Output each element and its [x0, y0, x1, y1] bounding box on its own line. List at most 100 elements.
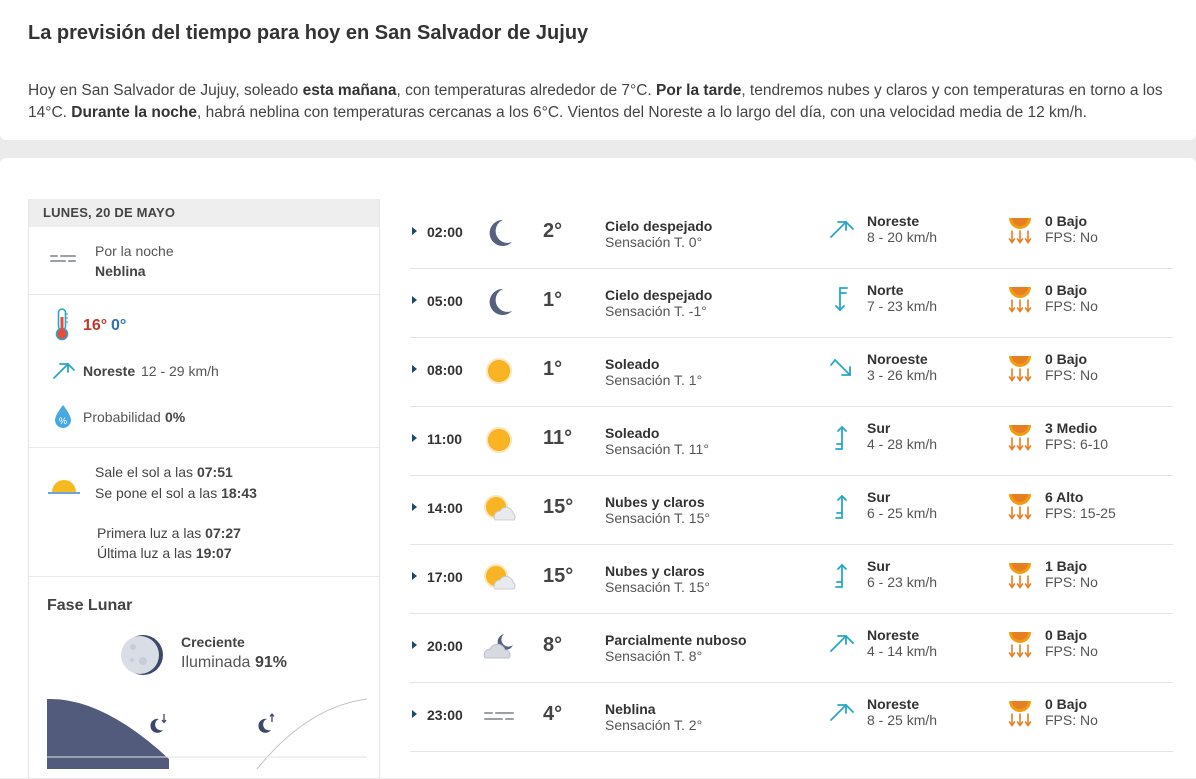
hour-fps: FPS: No — [1045, 712, 1098, 728]
hour-condition: Soleado — [605, 425, 660, 441]
expand-arrow-icon[interactable] — [412, 641, 417, 649]
hour-row-0800[interactable]: 08:00 1° Soleado Sensación T. 1° Noroeste 3 -… — [410, 338, 1173, 407]
hour-uv-index: 1 Bajo — [1045, 558, 1088, 574]
sunset-time: Se pone el sol a las 18:43 — [95, 485, 257, 501]
expand-arrow-icon[interactable] — [412, 296, 417, 304]
hour-row-2300[interactable]: 23:00 4° Neblina Sensación T. 2° Noreste 8 - … — [410, 683, 1173, 752]
wind-northwest-icon — [828, 354, 856, 385]
summary-bold-night: Durante la noche — [71, 104, 197, 121]
hourly-forecast-card: LUNES, 20 DE MAYO Por la noche Neblina 1… — [0, 158, 1196, 779]
night-label: Por la noche — [95, 243, 174, 259]
hour-row-1700[interactable]: 17:00 15° Nubes y claros Sensación T. 15° Su… — [410, 545, 1173, 614]
last-light-time: Última luz a las 19:07 — [97, 545, 232, 561]
hour-condition: Neblina — [605, 701, 656, 717]
sun-icon — [482, 423, 516, 462]
hour-wind-direction: Noroeste — [867, 351, 928, 367]
fog-icon — [482, 699, 516, 738]
sunset-label: Se pone el sol a las — [95, 485, 218, 501]
wind-direction: Noreste — [83, 363, 136, 379]
hour-row-0200[interactable]: 02:00 2° Cielo despejado Sensación T. 0° Nor… — [410, 200, 1173, 269]
thermometer-icon — [53, 307, 71, 346]
hour-wind-direction: Noreste — [867, 213, 920, 229]
moon-phase-section: Fase Lunar Creciente Iluminada 91% — [29, 577, 379, 777]
hour-temperature: 1° — [543, 289, 563, 311]
sunrise-icon — [47, 476, 81, 501]
expand-arrow-icon[interactable] — [412, 572, 417, 580]
hour-time: 17:00 — [427, 569, 463, 585]
uv-index-icon — [1007, 628, 1033, 667]
hour-condition: Nubes y claros — [605, 563, 705, 579]
hour-condition: Cielo despejado — [605, 287, 713, 303]
hour-wind-direction: Sur — [867, 489, 891, 505]
moon-phase-title: Fase Lunar — [47, 597, 133, 614]
moon-icon — [482, 285, 516, 324]
precipitation-label: Probabilidad — [83, 409, 161, 425]
night-forecast: Por la noche Neblina — [29, 227, 379, 295]
hour-feels-like: Sensación T. 15° — [605, 579, 710, 595]
hour-temperature: 8° — [543, 634, 563, 656]
hour-temperature: 15° — [543, 565, 574, 587]
hour-feels-like: Sensación T. 11° — [605, 441, 709, 457]
expand-arrow-icon[interactable] — [412, 710, 417, 718]
first-light-value: 07:27 — [205, 525, 241, 541]
hour-temperature: 11° — [543, 427, 573, 449]
moonrise-icon — [258, 712, 275, 733]
hour-time: 08:00 — [427, 362, 463, 378]
hour-condition: Parcialmente nuboso — [605, 632, 747, 648]
hour-wind-direction: Sur — [867, 420, 891, 436]
summary-text-1: Hoy en San Salvador de Jujuy, soleado — [28, 82, 303, 99]
min-temperature: 0° — [111, 317, 127, 334]
expand-arrow-icon[interactable] — [412, 365, 417, 373]
first-light-label: Primera luz a las — [97, 525, 202, 541]
hour-uv-index: 0 Bajo — [1045, 696, 1088, 712]
hour-temperature: 1° — [543, 358, 563, 380]
hour-row-1100[interactable]: 11:00 11° Soleado Sensación T. 11° Sur 4 - 28… — [410, 407, 1173, 476]
moonset-icon — [150, 714, 167, 733]
moon-illumination-value: 91% — [255, 654, 288, 671]
uv-index-icon — [1007, 352, 1033, 391]
moon-illumination-label: Iluminada — [181, 654, 251, 671]
expand-arrow-icon[interactable] — [412, 434, 417, 442]
hour-wind-direction: Sur — [867, 558, 891, 574]
uv-index-icon — [1007, 283, 1033, 322]
sunrise-time: Sale el sol a las 07:51 — [95, 464, 233, 480]
forecast-summary-card: La previsión del tiempo para hoy en San … — [0, 0, 1196, 140]
uv-index-icon — [1007, 490, 1033, 529]
hour-uv-index: 0 Bajo — [1045, 282, 1088, 298]
hour-time: 23:00 — [427, 707, 463, 723]
hour-fps: FPS: 15-25 — [1045, 505, 1116, 521]
hour-row-2000[interactable]: 20:00 8° Parcialmente nuboso Sensación T. 8… — [410, 614, 1173, 683]
hour-wind-direction: Norte — [867, 282, 904, 298]
moon-phase-icon — [121, 633, 165, 682]
uv-index-icon — [1007, 421, 1033, 460]
summary-bold-afternoon: Por la tarde — [656, 82, 742, 99]
hour-uv-index: 0 Bajo — [1045, 627, 1088, 643]
expand-arrow-icon[interactable] — [412, 227, 417, 235]
forecast-summary-text: Hoy en San Salvador de Jujuy, soleado es… — [28, 80, 1178, 124]
hour-row-1400[interactable]: 14:00 15° Nubes y claros Sensación T. 15° Su… — [410, 476, 1173, 545]
hour-wind-speed: 4 - 14 km/h — [867, 643, 938, 659]
wind-northeast-icon — [828, 216, 856, 245]
hour-row-0500[interactable]: 05:00 1° Cielo despejado Sensación T. -1° No… — [410, 269, 1173, 338]
hour-wind-speed: 6 - 23 km/h — [867, 574, 938, 590]
sun-cloud-icon — [482, 492, 518, 531]
wind-northeast-icon — [51, 359, 77, 386]
hour-condition: Cielo despejado — [605, 218, 713, 234]
first-light-time: Primera luz a las 07:27 — [97, 525, 241, 541]
hour-fps: FPS: No — [1045, 574, 1098, 590]
hour-wind-speed: 7 - 23 km/h — [867, 298, 938, 314]
hour-feels-like: Sensación T. 15° — [605, 510, 710, 526]
wind-south-icon — [828, 492, 856, 527]
expand-arrow-icon[interactable] — [412, 503, 417, 511]
uv-index-icon — [1007, 697, 1033, 736]
hour-fps: FPS: No — [1045, 298, 1098, 314]
sun-cloud-icon — [482, 561, 518, 600]
hour-uv-index: 0 Bajo — [1045, 351, 1088, 367]
hour-feels-like: Sensación T. 2° — [605, 717, 703, 733]
moon-phase-name: Creciente — [181, 634, 245, 650]
svg-text:%: % — [59, 416, 67, 426]
hour-wind-speed: 3 - 26 km/h — [867, 367, 938, 383]
day-stats: 16° 0° Noreste 12 - 29 km/h % Probabilid… — [29, 295, 379, 448]
uv-index-icon — [1007, 559, 1033, 598]
hour-feels-like: Sensación T. 1° — [605, 372, 703, 388]
